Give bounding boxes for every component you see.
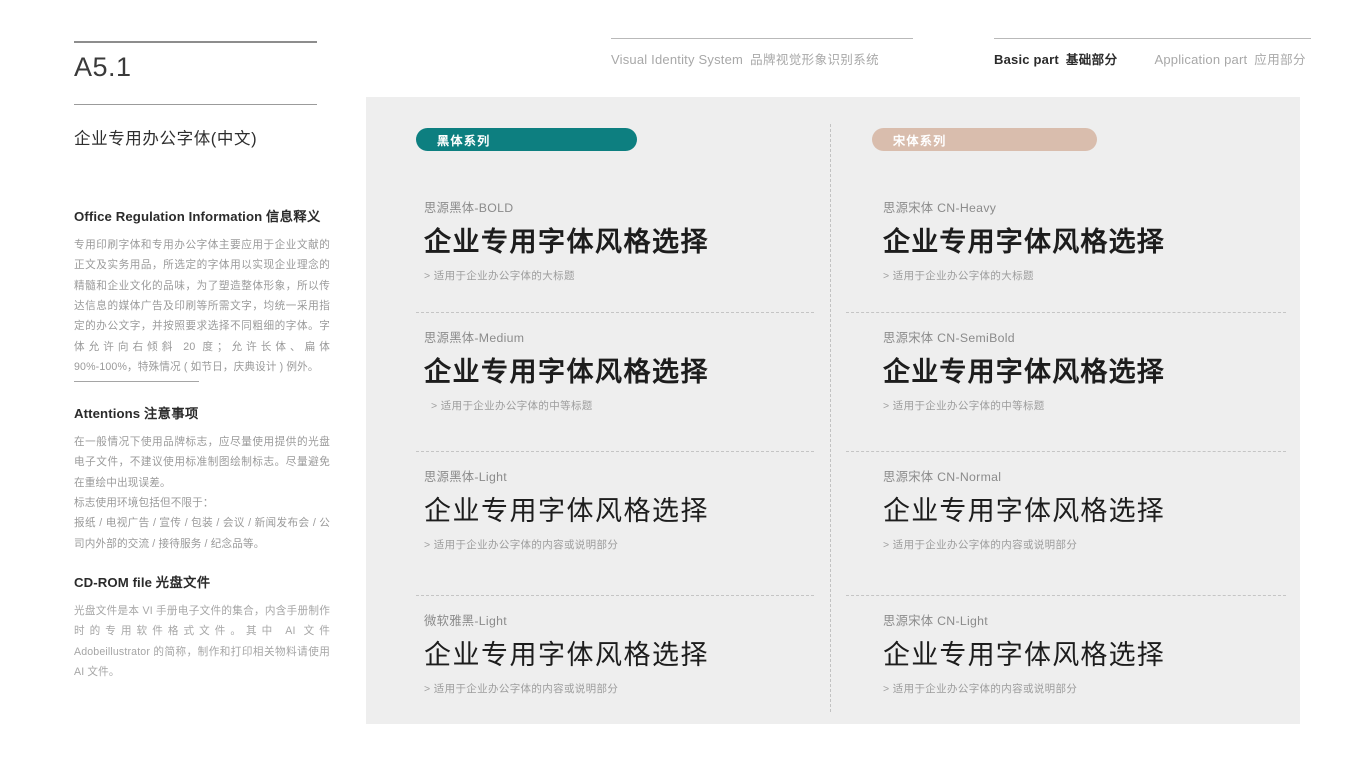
font-specimen-sample: 企业专用字体风格选择 [424, 357, 709, 387]
nav-group-parts: Basic part 基础部分 Application part 应用部分 [994, 38, 1311, 68]
block-heading-cn: 注意事项 [143, 406, 199, 421]
nav-item-label-cn: 基础部分 [1065, 53, 1118, 67]
block-paragraph: 光盘文件是本 VI 手册电子文件的集合，内含手册制作时的专用软件格式文件。其中 … [74, 605, 330, 678]
block-heading: CD-ROM file 光盘文件 [74, 572, 330, 591]
font-specimen-heiti-medium: 思源黑体-Medium 企业专用字体风格选择 > 适用于企业办公字体的中等标题 [424, 328, 854, 413]
row-divider-left-3 [416, 595, 814, 596]
sidebar-block-cdrom-file: CD-ROM file 光盘文件 光盘文件是本 VI 手册电子文件的集合，内含手… [74, 572, 330, 682]
font-specimen-caption: > 适用于企业办公字体的大标题 [883, 269, 1034, 282]
font-specimen-heiti-bold: 思源黑体-BOLD 企业专用字体风格选择 > 适用于企业办公字体的大标题 [424, 198, 854, 283]
font-specimen-songti-heavy: 思源宋体 CN-Heavy 企业专用字体风格选择 > 适用于企业办公字体的大标题 [883, 198, 1313, 283]
font-specimen-caption: > 适用于企业办公字体的内容或说明部分 [883, 682, 1078, 695]
block-heading-en: Attentions [74, 406, 141, 421]
sidebar: A5.1 企业专用办公字体(中文) Office Regulation Info… [74, 0, 332, 768]
font-specimen-caption: > 适用于企业办公字体的大标题 [424, 269, 575, 282]
font-specimen-name: 思源宋体 CN-Heavy [883, 201, 997, 215]
font-specimen-sample: 企业专用字体风格选择 [883, 227, 1165, 257]
font-specimen-name: 思源黑体-Light [424, 470, 507, 484]
nav-items-left: Visual Identity System 品牌视觉形象识别系统 [611, 49, 913, 68]
font-specimen-caption: > 适用于企业办公字体的中等标题 [883, 399, 1045, 412]
vi-manual-page: Visual Identity System 品牌视觉形象识别系统 Basic … [0, 0, 1366, 768]
font-specimen-caption: > 适用于企业办公字体的内容或说明部分 [424, 682, 619, 695]
font-specimen-sample: 企业专用字体风格选择 [883, 496, 1165, 526]
block-heading-en: Office Regulation Information [74, 209, 263, 224]
category-pill-label: 宋体系列 [893, 133, 947, 148]
font-specimen-songti-normal: 思源宋体 CN-Normal 企业专用字体风格选择 > 适用于企业办公字体的内容… [883, 467, 1313, 552]
font-specimen-sample: 企业专用字体风格选择 [424, 227, 709, 257]
font-specimen-name: 思源黑体-BOLD [424, 201, 514, 215]
nav-rule-left [611, 38, 913, 39]
top-navigation: Visual Identity System 品牌视觉形象识别系统 Basic … [611, 38, 1311, 78]
block-heading-en: CD-ROM file [74, 575, 153, 590]
font-specimen-name: 思源黑体-Medium [424, 331, 525, 345]
nav-item-label-en: Visual Identity System [611, 52, 744, 67]
nav-item-label-cn: 应用部分 [1254, 53, 1306, 67]
block-body: 光盘文件是本 VI 手册电子文件的集合，内含手册制作时的专用软件格式文件。其中 … [74, 601, 330, 682]
font-specimen-caption: > 适用于企业办公字体的中等标题 [431, 399, 593, 412]
page-code: A5.1 [74, 52, 132, 82]
row-divider-right-1 [846, 312, 1286, 313]
font-specimen-name: 思源宋体 CN-Normal [883, 470, 1002, 484]
font-specimen-caption: > 适用于企业办公字体的内容或说明部分 [424, 538, 619, 551]
nav-item-label-en: Basic part [994, 52, 1059, 67]
font-specimen-name: 思源宋体 CN-SemiBold [883, 331, 1015, 345]
category-pill-label: 黑体系列 [437, 133, 491, 148]
nav-items-right: Basic part 基础部分 Application part 应用部分 [994, 49, 1311, 68]
block-body: 专用印刷字体和专用办公字体主要应用于企业文献的正文及实务用品，所选定的字体用以实… [74, 235, 330, 377]
block-paragraph: 标志使用环境包括但不限于： [74, 496, 214, 509]
font-specimen-name: 思源宋体 CN-Light [883, 614, 989, 628]
row-divider-left-1 [416, 312, 814, 313]
font-specimen-heiti-light: 思源黑体-Light 企业专用字体风格选择 > 适用于企业办公字体的内容或说明部… [424, 467, 854, 552]
code-rule-bottom [74, 104, 317, 105]
nav-item-visual-identity-system[interactable]: Visual Identity System 品牌视觉形象识别系统 [611, 49, 879, 68]
block-heading: Office Regulation Information 信息释义 [74, 206, 330, 225]
block-paragraph: 专用印刷字体和专用办公字体主要应用于企业文献的正文及实务用品，所选定的字体用以实… [74, 239, 330, 373]
nav-item-label-en: Application part [1154, 52, 1248, 67]
font-specimen-songti-semibold: 思源宋体 CN-SemiBold 企业专用字体风格选择 > 适用于企业办公字体的… [883, 328, 1313, 413]
nav-group-system: Visual Identity System 品牌视觉形象识别系统 [611, 38, 913, 68]
category-pill-heiti: 黑体系列 [416, 128, 637, 151]
font-specimen-sample: 企业专用字体风格选择 [424, 640, 709, 670]
sidebar-block-office-regulation: Office Regulation Information 信息释义 专用印刷字… [74, 206, 330, 377]
block-heading: Attentions 注意事项 [74, 403, 330, 422]
font-specimen-name: 微软雅黑-Light [424, 614, 507, 628]
nav-item-application-part[interactable]: Application part 应用部分 [1154, 49, 1305, 68]
block-body: 在一般情况下使用品牌标志，应尽量使用提供的光盘电子文件，不建议使用标准制图绘制标… [74, 432, 330, 554]
font-specimen-sample: 企业专用字体风格选择 [883, 357, 1165, 387]
page-title: 企业专用办公字体(中文) [74, 130, 258, 148]
font-specimen-sample: 企业专用字体风格选择 [883, 640, 1165, 670]
nav-rule-right [994, 38, 1311, 39]
row-divider-right-3 [846, 595, 1286, 596]
row-divider-left-2 [416, 451, 814, 452]
font-specimen-sample: 企业专用字体风格选择 [424, 496, 709, 526]
category-pill-songti: 宋体系列 [872, 128, 1097, 151]
block-paragraph: 在一般情况下使用品牌标志，应尽量使用提供的光盘电子文件，不建议使用标准制图绘制标… [74, 436, 330, 489]
row-divider-right-2 [846, 451, 1286, 452]
font-specimen-songti-light: 思源宋体 CN-Light 企业专用字体风格选择 > 适用于企业办公字体的内容或… [883, 611, 1313, 696]
nav-item-basic-part[interactable]: Basic part 基础部分 [994, 49, 1117, 68]
font-specimen-caption: > 适用于企业办公字体的内容或说明部分 [883, 538, 1078, 551]
nav-item-label-cn: 品牌视觉形象识别系统 [750, 53, 880, 67]
block-heading-cn: 信息释义 [266, 209, 321, 224]
block-heading-cn: 光盘文件 [155, 575, 211, 590]
sidebar-divider [74, 381, 199, 382]
code-rule-top [74, 41, 317, 43]
sidebar-block-attentions: Attentions 注意事项 在一般情况下使用品牌标志，应尽量使用提供的光盘电… [74, 403, 330, 554]
font-specimen-yahei-light: 微软雅黑-Light 企业专用字体风格选择 > 适用于企业办公字体的内容或说明部… [424, 611, 854, 696]
block-paragraph: 报纸 / 电视广告 / 宣传 / 包装 / 会议 / 新闻发布会 / 公司内外部… [74, 517, 330, 550]
